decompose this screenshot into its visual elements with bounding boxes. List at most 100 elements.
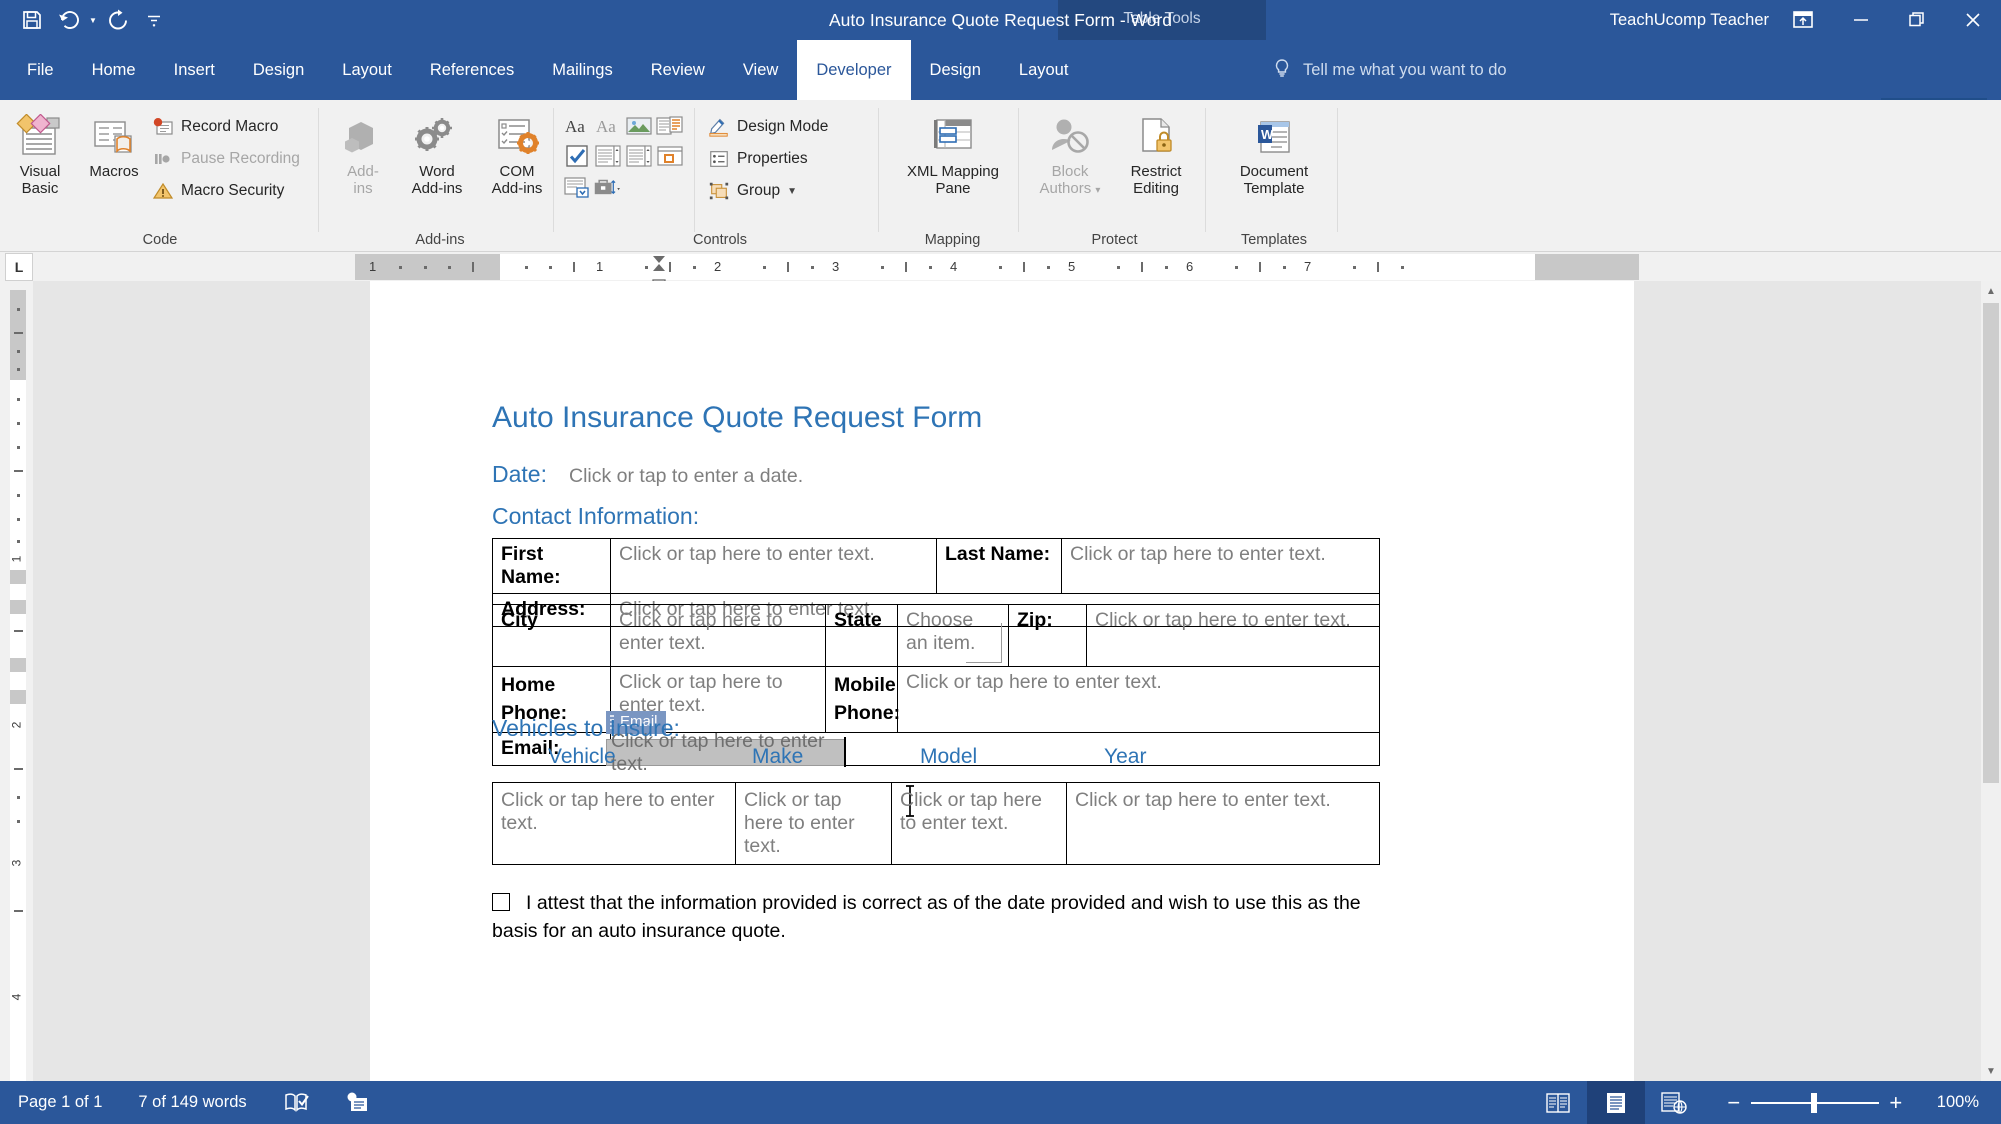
ruler-tick (693, 266, 696, 269)
group-item[interactable]: Group ▼ (708, 178, 797, 204)
first-name-input-cell[interactable]: Click or tap here to enter text. (610, 538, 937, 594)
placeholder-text[interactable]: Click or tap here to enter text. (906, 671, 1162, 693)
page-status[interactable]: Page 1 of 1 (0, 1081, 120, 1124)
attestation-checkbox[interactable] (492, 893, 510, 911)
placeholder-text[interactable]: Click or tap here to enter text. (619, 609, 783, 654)
chevron-down-icon[interactable]: ▼ (787, 186, 797, 197)
table-row[interactable]: City Click or tap here to enter text. St… (492, 604, 1380, 667)
city-input-cell[interactable]: Click or tap here to enter text. (610, 604, 826, 667)
ribbon-tab-strip: File Home Insert Design Layout Reference… (0, 40, 2001, 134)
visual-basic-button[interactable]: Visual Basic (2, 108, 78, 198)
undo-icon[interactable] (50, 4, 86, 36)
vertical-scrollbar[interactable]: ▲ ▼ (1981, 281, 2001, 1081)
tab-table-tools-design[interactable]: Design (911, 40, 1000, 100)
dropdown-placeholder-text[interactable]: Choose an item. (906, 609, 975, 654)
date-placeholder-control[interactable]: Click or tap to enter a date. (569, 465, 803, 488)
xml-mapping-pane-button[interactable]: XML Mapping Pane (897, 108, 1009, 198)
design-mode-item[interactable]: Design Mode (708, 114, 828, 140)
customize-qat-icon[interactable] (136, 4, 172, 36)
ribbon-display-options-icon[interactable] (1791, 9, 1815, 31)
tab-design[interactable]: Design (234, 40, 323, 100)
tab-home[interactable]: Home (73, 40, 155, 100)
properties-item[interactable]: Properties (708, 146, 808, 172)
tab-developer[interactable]: Developer (797, 40, 911, 100)
placeholder-text[interactable]: Click or tap here to enter text. (744, 789, 855, 857)
repeating-section-content-control-icon[interactable] (562, 174, 592, 202)
table-row[interactable]: Click or tap here to enter text. Click o… (492, 782, 1380, 865)
vertical-ruler[interactable]: 1 2 3 4 (9, 290, 26, 1085)
restrict-editing-button[interactable]: Restrict Editing (1114, 108, 1198, 198)
tab-layout[interactable]: Layout (323, 40, 411, 100)
read-mode-view-button[interactable] (1529, 1081, 1587, 1124)
dropdown-control-frame[interactable] (966, 623, 1002, 663)
proofing-errors-icon[interactable] (265, 1081, 327, 1124)
undo-dropdown-icon[interactable]: ▼ (86, 4, 100, 36)
tab-file[interactable]: File (8, 40, 73, 100)
placeholder-text[interactable]: Click or tap here to enter text. (1075, 789, 1331, 811)
user-name-label[interactable]: TeachUcomp Teacher (1610, 11, 1769, 30)
macro-record-status-icon[interactable] (327, 1081, 389, 1124)
zoom-track[interactable] (1750, 1092, 1879, 1113)
tab-references[interactable]: References (411, 40, 533, 100)
building-block-gallery-content-control-icon[interactable] (655, 112, 685, 140)
macro-security-item[interactable]: Macro Security (152, 178, 284, 204)
date-picker-content-control-icon[interactable] (655, 142, 685, 170)
tab-stop-selector[interactable]: L (5, 253, 33, 281)
make-input-cell[interactable]: Click or tap here to enter text. (735, 782, 892, 865)
placeholder-text[interactable]: Click or tap here to enter text. (1070, 543, 1326, 565)
placeholder-text[interactable]: Click or tap here to enter text. (1095, 609, 1351, 631)
close-button[interactable] (1945, 0, 2001, 40)
horizontal-ruler[interactable]: 1 1 2 3 4 5 6 7 (355, 254, 1639, 280)
document-template-button[interactable]: W Document Template (1219, 108, 1329, 198)
selected-content-control[interactable]: Click or tap here to enter text. (606, 730, 846, 775)
redo-icon[interactable] (100, 4, 136, 36)
scrollbar-thumb[interactable] (1983, 303, 1999, 783)
minimize-button[interactable] (1833, 0, 1889, 40)
tell-me-search[interactable]: Tell me what you want to do (1272, 40, 1507, 100)
zoom-level-label[interactable]: 100% (1927, 1093, 2001, 1112)
tab-review[interactable]: Review (632, 40, 724, 100)
record-macro-item[interactable]: Record Macro (152, 114, 278, 140)
macros-button[interactable]: Macros (76, 108, 152, 181)
model-input-cell[interactable]: Click or tap here to enter text. (891, 782, 1067, 865)
zoom-slider[interactable]: − + (1703, 1091, 1927, 1114)
save-icon[interactable] (14, 4, 50, 36)
zoom-in-button[interactable]: + (1879, 1091, 1913, 1114)
tab-mailings[interactable]: Mailings (533, 40, 632, 100)
scroll-down-arrow-icon[interactable]: ▼ (1981, 1061, 2001, 1081)
vehicles-table[interactable]: Click or tap here to enter text. Click o… (492, 782, 1380, 865)
placeholder-text[interactable]: Click or tap here to enter text. (501, 789, 715, 834)
legacy-tools-icon[interactable] (593, 174, 623, 202)
tab-insert[interactable]: Insert (155, 40, 234, 100)
word-count-status[interactable]: 7 of 149 words (120, 1081, 264, 1124)
check-box-content-control-icon[interactable] (562, 142, 592, 170)
state-dropdown-cell[interactable]: Choose an item. (897, 604, 1009, 667)
placeholder-text[interactable]: Click or tap here to enter text. (900, 789, 1042, 834)
plain-text-content-control-icon[interactable]: Aa (593, 112, 623, 140)
print-layout-view-button[interactable] (1586, 1081, 1645, 1124)
date-line: Date: Click or tap to enter a date. (492, 461, 803, 488)
zip-input-cell[interactable]: Click or tap here to enter text. (1086, 604, 1380, 667)
table-row[interactable]: First Name: Click or tap here to enter t… (492, 538, 1380, 594)
placeholder-text[interactable]: Click or tap here to enter text. (619, 543, 875, 565)
document-canvas[interactable]: Auto Insurance Quote Request Form Date: … (33, 281, 2001, 1081)
scroll-up-arrow-icon[interactable]: ▲ (1981, 281, 2001, 301)
tab-table-tools-layout[interactable]: Layout (1000, 40, 1088, 100)
mobile-phone-input-cell[interactable]: Click or tap here to enter text. (897, 666, 1380, 733)
zoom-thumb[interactable] (1810, 1092, 1817, 1113)
last-name-input-cell[interactable]: Click or tap here to enter text. (1061, 538, 1380, 594)
drop-down-list-content-control-icon[interactable] (624, 142, 654, 170)
tab-view[interactable]: View (724, 40, 797, 100)
zoom-out-button[interactable]: − (1717, 1091, 1751, 1114)
web-layout-view-button[interactable] (1645, 1081, 1703, 1124)
vehicle-input-cell[interactable]: Click or tap here to enter text. (492, 782, 736, 865)
document-page[interactable]: Auto Insurance Quote Request Form Date: … (370, 281, 1634, 1081)
picture-content-control-icon[interactable] (624, 112, 654, 140)
rich-text-content-control-icon[interactable]: Aa (562, 112, 592, 140)
restore-button[interactable] (1889, 0, 1945, 40)
com-add-ins-button[interactable]: COM Add-ins (477, 108, 557, 198)
year-input-cell[interactable]: Click or tap here to enter text. (1066, 782, 1380, 865)
word-add-ins-button[interactable]: Word Add-ins (397, 108, 477, 198)
combo-box-content-control-icon[interactable] (593, 142, 623, 170)
placeholder-text[interactable]: Click or tap here to enter text. (619, 671, 783, 716)
